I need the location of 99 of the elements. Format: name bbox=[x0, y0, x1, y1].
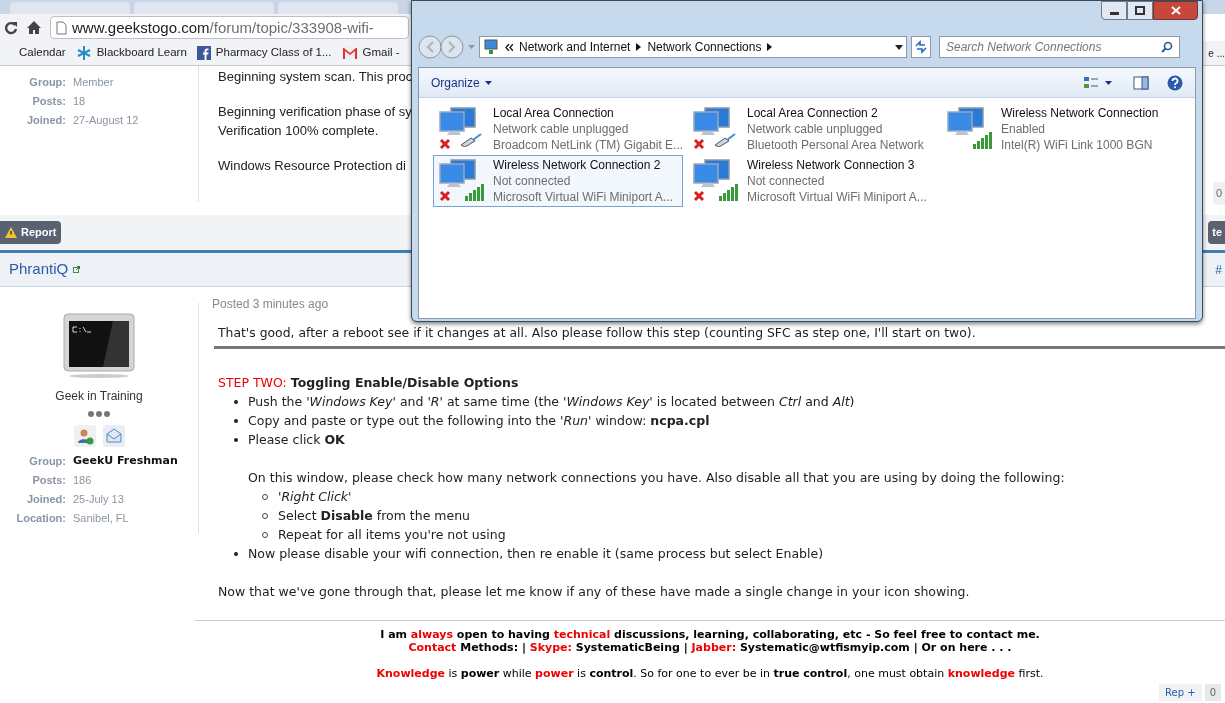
restore-icon bbox=[1135, 6, 1145, 15]
post-date: Posted 3 minutes ago bbox=[211, 296, 330, 312]
mail-icon bbox=[341, 47, 358, 59]
info-label: Group: bbox=[28, 454, 66, 469]
connection-device: Intel(R) WiFi Link 1000 BGN bbox=[1001, 137, 1154, 153]
connection-name: Wireless Network Connection bbox=[1001, 105, 1159, 121]
info-value: 186 bbox=[73, 473, 93, 488]
info-label: Joined: bbox=[25, 113, 66, 128]
minimize-button[interactable] bbox=[1101, 1, 1127, 20]
post-paragraph: Windows Resource Protection di bbox=[218, 157, 407, 175]
connection-device: Microsoft Virtual WiFi Miniport A... bbox=[747, 189, 927, 205]
connection-status: Enabled bbox=[1001, 121, 1047, 137]
message-icon[interactable] bbox=[102, 425, 125, 447]
info-label: Joined: bbox=[25, 492, 66, 507]
bookmark[interactable]: Calendar bbox=[19, 44, 66, 62]
bookmark[interactable]: Pharmacy Class of 1... bbox=[196, 44, 332, 62]
list-item-text: Select Disable from the menu bbox=[278, 507, 471, 525]
list-item-text: Repeat for all items you're not using bbox=[278, 526, 506, 544]
bullet-icon bbox=[234, 400, 238, 404]
info-label: Location: bbox=[15, 511, 66, 526]
list-item-note: On this window, please check how many network connections you have. Also disable all that you are using by doing the following: bbox=[248, 469, 1065, 487]
post-paragraph: Beginning system scan. This proc bbox=[218, 68, 413, 86]
connection-device: Bluetooth Personal Area Network bbox=[747, 137, 924, 153]
member-rank: Geek in Training bbox=[55, 388, 143, 405]
connection-name: Wireless Network Connection 3 bbox=[747, 157, 916, 173]
info-label: Posts: bbox=[31, 473, 66, 488]
info-value: 18 bbox=[73, 94, 87, 109]
connection-name: Local Area Connection bbox=[493, 105, 615, 121]
signature-line: Knowledge is power while power is control. So for one to ever be in true control, one must obtain knowledge first. bbox=[375, 667, 1045, 680]
connection-status: Not connected bbox=[493, 173, 572, 189]
connection-status: Not connected bbox=[747, 173, 826, 189]
post-paragraph: Now that we've gone through that, please let me know if any of these have made a single change in your icon showing. bbox=[218, 583, 971, 601]
snowflake-icon bbox=[75, 45, 92, 61]
info-value: Member bbox=[73, 75, 115, 90]
signature-line: Contact Methods: | Skype: SystematicBeing | Jabber: Systematic@wtfismyip.com | Or on here . . . bbox=[407, 641, 1013, 654]
signature-line: I am always open to having technical discussions, learning, collaborating, etc - So feel free to contact me. bbox=[379, 628, 1041, 641]
list-item-text: 'Right Click' bbox=[278, 488, 352, 506]
connection-device: Microsoft Virtual WiFi Miniport A... bbox=[493, 189, 673, 205]
refresh-icon[interactable] bbox=[911, 36, 931, 58]
breadcrumb-item[interactable]: Network and Internet bbox=[519, 38, 631, 56]
close-button[interactable] bbox=[1153, 1, 1198, 20]
facebook-icon bbox=[196, 46, 211, 60]
view-options-icon[interactable] bbox=[1083, 75, 1113, 90]
address-bar[interactable]: Network and Internet Network Connections bbox=[479, 36, 907, 58]
search-icon bbox=[1161, 41, 1173, 53]
caret-icon bbox=[484, 80, 492, 85]
count-badge: 0 bbox=[1212, 182, 1225, 205]
reload-icon[interactable] bbox=[4, 20, 18, 35]
help-icon[interactable] bbox=[1167, 74, 1183, 91]
list-item-text: Now please disable your wifi connection, then re enable it (same process but select Enable) bbox=[248, 545, 824, 563]
info-label: Posts: bbox=[31, 94, 66, 109]
bullet-icon bbox=[234, 552, 238, 556]
organize-menu[interactable]: Organize bbox=[431, 73, 492, 92]
info-value: GeekU Freshman bbox=[73, 453, 179, 469]
list-item-text: Copy and paste or type out the following into the 'Run' window: ncpa.cpl bbox=[248, 412, 710, 430]
step-heading: STEP TWO: Toggling Enable/Disable Options bbox=[218, 374, 520, 392]
chevron-icon[interactable] bbox=[767, 43, 773, 51]
double-chevron-icon[interactable] bbox=[505, 43, 513, 51]
connection-status: Network cable unplugged bbox=[493, 121, 630, 137]
page-icon bbox=[56, 20, 67, 35]
connection-name: Local Area Connection 2 bbox=[747, 105, 879, 121]
dropdown-icon[interactable] bbox=[895, 44, 903, 50]
info-value: 27-August 12 bbox=[73, 113, 140, 128]
close-icon bbox=[1170, 6, 1181, 15]
search-field[interactable]: Search Network Connections bbox=[939, 36, 1180, 58]
add-friend-icon[interactable] bbox=[73, 425, 96, 447]
post-paragraph: That's good, after a reboot see if it changes at all. Also please follow this step (counting SFC as step one, I'll start on two). bbox=[218, 324, 977, 342]
bullet-icon bbox=[234, 419, 238, 423]
report-button[interactable]: Report bbox=[0, 221, 62, 244]
rank-pips-icon bbox=[88, 411, 110, 417]
connection-item[interactable]: Wireless Network Connection Enabled Intel(R) WiFi Link 1000 BGN bbox=[941, 103, 1191, 155]
warning-icon bbox=[5, 227, 17, 238]
maximize-button[interactable] bbox=[1127, 1, 1153, 20]
preview-pane-icon[interactable] bbox=[1133, 75, 1149, 90]
bookmark[interactable]: Blackboard Learn bbox=[75, 44, 187, 62]
rep-button[interactable]: Rep + bbox=[1159, 684, 1202, 701]
post-number-link[interactable]: # bbox=[1215, 260, 1222, 279]
author-link[interactable]: PhrantiQ bbox=[9, 258, 81, 281]
bullet-icon bbox=[234, 438, 238, 442]
connection-device: Broadcom NetLink (TM) Gigabit E... bbox=[493, 137, 684, 153]
list-item-text: Please click OK bbox=[248, 431, 346, 449]
rep-count: 0 bbox=[1204, 684, 1221, 701]
terminal-avatar-icon bbox=[63, 313, 135, 379]
connection-name: Wireless Network Connection 2 bbox=[493, 157, 662, 173]
network-icon bbox=[483, 39, 499, 55]
breadcrumb-item[interactable]: Network Connections bbox=[647, 38, 762, 56]
chevron-icon[interactable] bbox=[636, 43, 642, 51]
bookmark[interactable]: e ... bbox=[1208, 45, 1225, 61]
info-value: 25-July 13 bbox=[73, 492, 125, 507]
address-bar[interactable]: www.geekstogo.com/forum/topic/333908-wifi- bbox=[50, 16, 409, 39]
quote-button[interactable]: te bbox=[1208, 221, 1225, 244]
info-value: Sanibel, FL bbox=[73, 511, 130, 526]
home-icon[interactable] bbox=[26, 20, 42, 35]
connection-status: Network cable unplugged bbox=[747, 121, 884, 137]
post-paragraph: Beginning verification phase of sy Verification 100% complete. bbox=[218, 103, 413, 140]
external-link-icon bbox=[73, 266, 81, 273]
bookmark[interactable]: Gmail - bbox=[341, 44, 400, 62]
info-label: Group: bbox=[28, 75, 66, 90]
list-item-text: Push the 'Windows Key' and 'R' at same time (the 'Windows Key' is located between Ctrl and Alt) bbox=[248, 393, 855, 411]
